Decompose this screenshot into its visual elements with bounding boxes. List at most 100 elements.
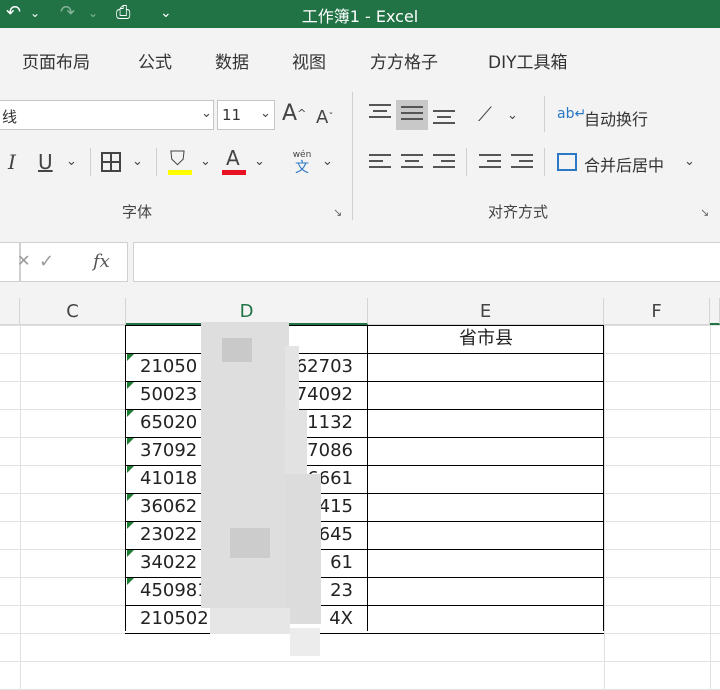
separator [544, 96, 545, 132]
id-cell-left[interactable]: 65020 [140, 409, 197, 436]
increase-font-button[interactable]: A^ [282, 101, 307, 126]
align-middle-icon[interactable] [401, 106, 423, 124]
tab-diy-toolbox[interactable]: DIY工具箱 [488, 48, 568, 73]
align-left-icon[interactable] [369, 154, 391, 172]
font-size-value: 11 [222, 106, 242, 124]
table-row-border [125, 437, 604, 438]
ribbon-tabs: 页面布局 公式 数据 视图 方方格子 DIY工具箱 [0, 28, 720, 86]
phonetic-bottom-label: 文 [295, 160, 309, 176]
tab-view[interactable]: 视图 [292, 48, 326, 73]
merge-center-dropdown-icon[interactable]: ⌄ [684, 154, 695, 169]
column-header-g[interactable] [710, 298, 720, 325]
font-color-bar [222, 170, 246, 175]
orientation-dropdown-icon[interactable]: ⌄ [507, 108, 518, 123]
error-indicator-icon[interactable] [127, 466, 134, 473]
table-row-border [125, 353, 604, 354]
table-row-border [125, 577, 604, 578]
decrease-font-glyph: A [316, 107, 329, 128]
id-cell-left[interactable]: 21050 [140, 353, 197, 380]
merge-center-icon[interactable] [557, 153, 577, 171]
separator [466, 148, 467, 176]
align-center-icon[interactable] [401, 154, 423, 172]
borders-icon[interactable] [101, 152, 121, 172]
align-bottom-icon[interactable] [433, 110, 455, 128]
table-row-border [125, 633, 604, 634]
orientation-icon[interactable]: ⟋ [478, 104, 492, 124]
grid-line [604, 325, 605, 689]
wrap-text-icon[interactable]: ab↵ [557, 104, 586, 124]
column-header-c[interactable]: C [20, 298, 126, 325]
column-header-f[interactable]: F [604, 298, 710, 325]
separator [90, 148, 91, 176]
error-indicator-icon[interactable] [127, 578, 134, 585]
tab-data[interactable]: 数据 [215, 48, 249, 73]
merge-center-button[interactable]: 合并后居中 [584, 152, 664, 176]
font-name-dropdown-icon[interactable]: ⌄ [201, 106, 212, 121]
column-header-e[interactable]: E [368, 298, 604, 325]
id-cell-right[interactable]: 4X [329, 605, 353, 632]
font-color-button[interactable]: A [226, 148, 240, 168]
id-cell-right[interactable]: 23 [330, 577, 353, 604]
enter-icon[interactable]: ✓ [39, 251, 54, 272]
table-row-border [125, 521, 604, 522]
underline-button[interactable]: U [38, 152, 53, 172]
phonetic-button[interactable]: wén 文 [290, 150, 314, 180]
table-border-mid [367, 325, 368, 631]
phonetic-dropdown-icon[interactable]: ⌄ [322, 154, 333, 169]
caret-up-icon: ^ [297, 107, 307, 120]
formula-input[interactable] [133, 242, 720, 282]
error-indicator-icon[interactable] [127, 438, 134, 445]
font-group-label: 字体 [122, 203, 153, 221]
title-bar: ↶ ⌄ ↷ ⌄ ⎙ ⌄ 工作簿1 - Excel [0, 0, 720, 28]
decrease-indent-icon[interactable] [479, 154, 501, 172]
italic-button[interactable]: I [8, 152, 16, 172]
error-indicator-icon[interactable] [127, 382, 134, 389]
error-indicator-icon[interactable] [127, 410, 134, 417]
id-cell-left[interactable]: 50023 [140, 381, 197, 408]
align-right-icon[interactable] [433, 154, 455, 172]
tab-formulas[interactable]: 公式 [138, 48, 172, 73]
font-name-box[interactable]: 线 [0, 100, 214, 130]
increase-indent-icon[interactable] [511, 154, 533, 172]
id-cell-left[interactable]: 450981 [140, 577, 209, 604]
cell-e1-header[interactable]: 省市县 [368, 325, 604, 352]
error-indicator-icon[interactable] [127, 354, 134, 361]
id-cell-left[interactable]: 41018 [140, 465, 197, 492]
font-size-dropdown-icon[interactable]: ⌄ [260, 106, 271, 121]
insert-function-icon[interactable]: fx [93, 251, 110, 272]
table-row-border [125, 325, 604, 326]
decrease-font-button[interactable]: Aˇ [316, 108, 333, 128]
phonetic-top-label: wén [292, 150, 312, 160]
tab-fangfang[interactable]: 方方格子 [370, 48, 438, 73]
error-indicator-icon[interactable] [127, 522, 134, 529]
font-dialog-launcher-icon[interactable]: ↘ [333, 206, 342, 219]
fill-color-icon[interactable]: ⛉ [170, 148, 185, 168]
group-separator [352, 92, 353, 220]
tab-page-layout[interactable]: 页面布局 [22, 48, 90, 73]
fill-color-bar [168, 170, 192, 175]
id-cell-left[interactable]: 37092 [140, 437, 197, 464]
cancel-icon[interactable]: ✕ [17, 251, 30, 270]
grid-line [710, 325, 711, 689]
id-cell-left[interactable]: 36062 [140, 493, 197, 520]
id-cell-right[interactable]: 61 [330, 549, 353, 576]
id-cell-right[interactable]: 645 [319, 521, 353, 548]
column-header-d[interactable]: D [126, 298, 368, 325]
align-top-icon[interactable] [369, 104, 391, 122]
fill-color-dropdown-icon[interactable]: ⌄ [200, 154, 211, 169]
error-indicator-icon[interactable] [127, 494, 134, 501]
id-cell-left[interactable]: 210502 [140, 605, 209, 632]
id-cell-left[interactable]: 34022 [140, 549, 197, 576]
underline-dropdown-icon[interactable]: ⌄ [66, 154, 77, 169]
separator [544, 148, 545, 176]
id-cell-left[interactable]: 23022 [140, 521, 197, 548]
column-header-b[interactable] [0, 298, 20, 325]
wrap-text-button[interactable]: 自动换行 [584, 106, 648, 130]
id-cell-right[interactable]: 415 [319, 493, 353, 520]
borders-dropdown-icon[interactable]: ⌄ [132, 154, 143, 169]
alignment-dialog-launcher-icon[interactable]: ↘ [700, 206, 709, 219]
increase-font-glyph: A [282, 101, 298, 126]
font-color-dropdown-icon[interactable]: ⌄ [254, 154, 265, 169]
error-indicator-icon[interactable] [127, 550, 134, 557]
ribbon: 线 ⌄ 11 ⌄ A^ Aˇ I U ⌄ ⌄ ⛉ ⌄ A ⌄ wén 文 ⌄ 字… [0, 86, 720, 227]
